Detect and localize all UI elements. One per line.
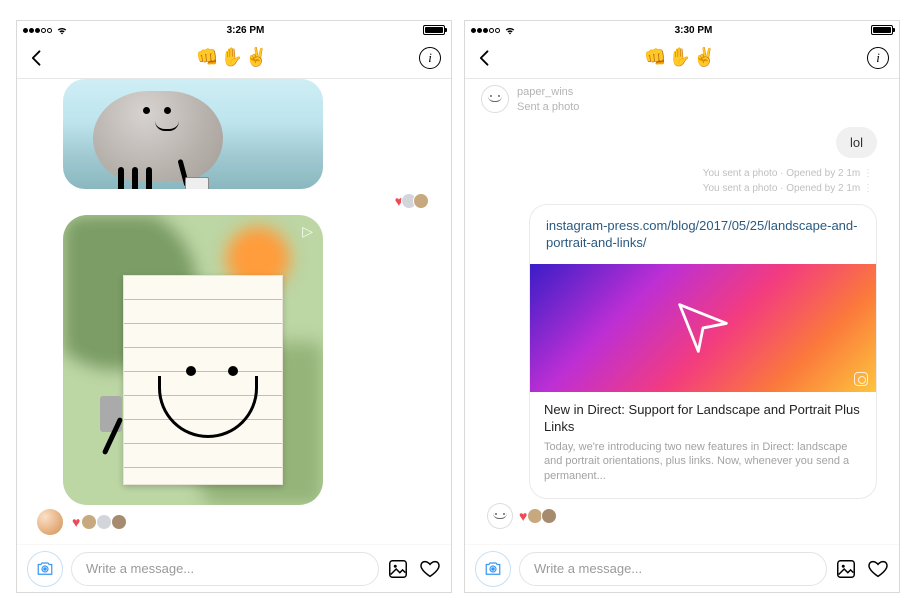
link-title: New in Direct: Support for Landscape and… [544,402,862,436]
back-icon[interactable] [475,48,495,68]
composer-bar: Write a message... [17,544,451,592]
heart-icon: ♥ [72,514,80,530]
phone-left: 3:26 PM 👊✋✌️ i ♥ [16,20,452,593]
link-image [530,264,876,392]
link-description: Today, we're introducing two new feature… [544,440,862,485]
messages-pane[interactable]: paper_wins Sent a photo lol You sent a p… [465,79,899,544]
back-icon[interactable] [27,48,47,68]
reaction-avatar [541,508,557,524]
sender-avatar[interactable] [37,509,63,535]
send-plane-icon [675,300,731,356]
clock: 3:30 PM [675,25,713,36]
message-input[interactable]: Write a message... [519,552,827,586]
gallery-icon[interactable] [387,558,409,580]
chat-title: 👊✋✌️ [644,47,717,68]
chat-title: 👊✋✌️ [196,47,269,68]
messages-pane[interactable]: ♥ ▷ ♥ [17,79,451,544]
signal-dots-icon [23,28,52,33]
info-icon[interactable]: i [419,47,441,69]
link-url: instagram-press.com/blog/2017/05/25/land… [530,205,876,264]
reaction-avatar [111,514,127,530]
chat-header: 👊✋✌️ i [465,37,899,79]
sender-reactions-row: ♥ [487,503,891,529]
clock: 3:26 PM [227,25,265,36]
wifi-icon [504,26,516,35]
screenshot-pair: 3:26 PM 👊✋✌️ i ♥ [0,0,920,613]
reaction-avatar [81,514,97,530]
battery-icon [423,25,445,35]
camera-icon [36,560,54,578]
heart-outline-icon[interactable] [419,558,441,580]
outgoing-message-bubble[interactable]: lol [836,127,877,158]
reaction-avatar [96,514,112,530]
info-icon[interactable]: i [867,47,889,69]
play-icon: ▷ [302,223,313,240]
camera-button[interactable] [27,551,63,587]
signal-dots-icon [471,28,500,33]
media-message-rock[interactable] [63,79,323,189]
instagram-icon [854,372,868,386]
message-status: You sent a photo · Opened by 2 1m [473,168,891,179]
sender-reactions-row: ♥ [37,509,443,535]
sender-avatar[interactable] [487,503,513,529]
message-status: You sent a photo · Opened by 2 1m [473,183,891,194]
status-bar: 3:30 PM [465,21,899,37]
incoming-photo-notice[interactable]: paper_wins Sent a photo [517,85,579,115]
reaction-avatar [413,193,429,209]
status-bar: 3:26 PM [17,21,451,37]
wifi-icon [56,26,68,35]
link-preview-card[interactable]: instagram-press.com/blog/2017/05/25/land… [529,204,877,499]
heart-outline-icon[interactable] [867,558,889,580]
reactions-row[interactable]: ♥ [25,193,429,209]
battery-icon [871,25,893,35]
gallery-icon[interactable] [835,558,857,580]
camera-icon [484,560,502,578]
heart-icon: ♥ [519,508,527,524]
media-message-paper[interactable]: ▷ [63,215,323,505]
chat-header: 👊✋✌️ i [17,37,451,79]
sender-avatar[interactable] [481,85,509,113]
phone-right: 3:30 PM 👊✋✌️ i paper_wins Sent a photo l… [464,20,900,593]
message-input[interactable]: Write a message... [71,552,379,586]
composer-bar: Write a message... [465,544,899,592]
camera-button[interactable] [475,551,511,587]
